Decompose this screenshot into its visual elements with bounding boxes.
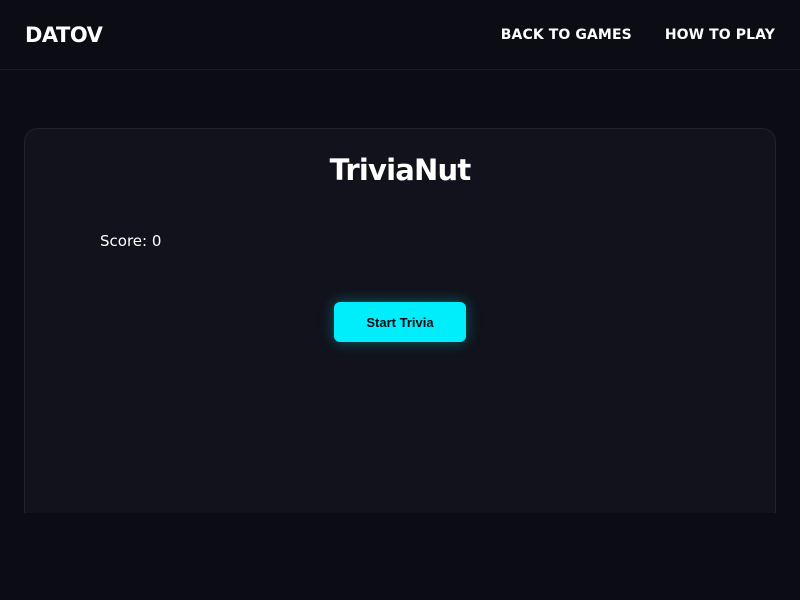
game-card: TriviaNut Score: 0 Start Trivia xyxy=(24,128,776,513)
start-trivia-button[interactable]: Start Trivia xyxy=(334,302,466,342)
top-navbar: DATOV BACK TO GAMES HOW TO PLAY xyxy=(0,0,800,70)
nav-links: BACK TO GAMES HOW TO PLAY xyxy=(501,26,775,44)
score-display: Score: 0 xyxy=(100,232,162,250)
nav-link-how-to-play[interactable]: HOW TO PLAY xyxy=(665,26,775,44)
game-title: TriviaNut xyxy=(329,153,472,187)
brand-logo[interactable]: DATOV xyxy=(25,22,103,48)
nav-link-back-to-games[interactable]: BACK TO GAMES xyxy=(501,26,632,44)
